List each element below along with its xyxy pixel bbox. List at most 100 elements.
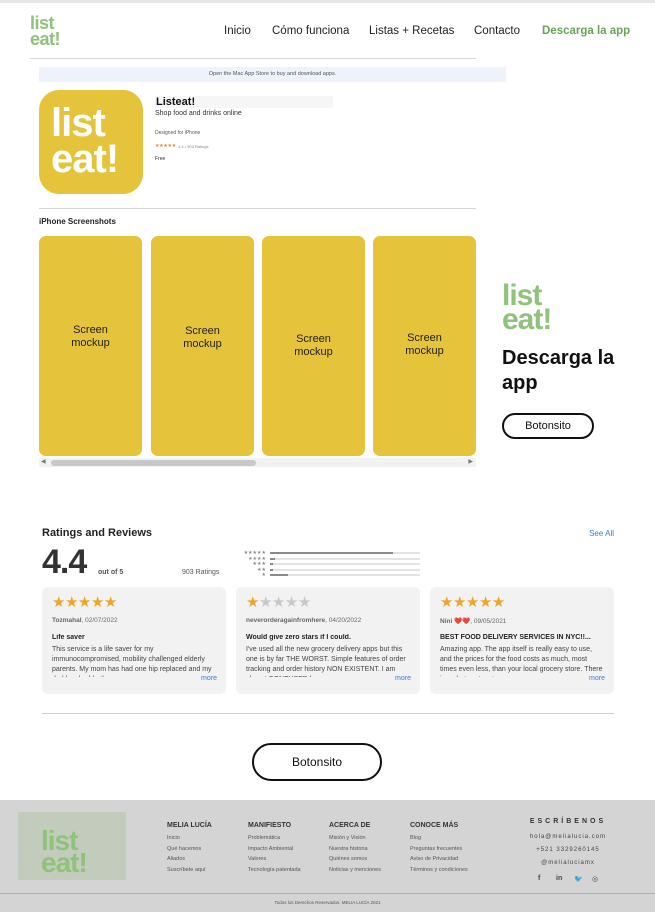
review-date: , 02/07/2022	[81, 617, 118, 624]
app-icon: list eat!	[39, 90, 143, 194]
contact-head: ESCRÍBENOS	[529, 818, 607, 825]
nav-inicio[interactable]: Inicio	[224, 25, 251, 37]
nav-listas-recetas[interactable]: Listas + Recetas	[369, 25, 454, 37]
footer-link[interactable]: Blog	[410, 833, 495, 844]
star-filled-icon: ★	[491, 594, 505, 611]
app-rating-text: 4.4 • 903 Ratings	[178, 144, 209, 149]
review-date: , 04/20/2022	[325, 617, 362, 624]
nav-contacto[interactable]: Contacto	[474, 25, 520, 37]
footer-link[interactable]: Qué hacemos	[167, 844, 252, 855]
footer-col-acerca-de: ACERCA DE Misión y Visión Nuestra histor…	[329, 822, 414, 875]
see-all-link[interactable]: See All	[589, 529, 614, 538]
footer-link[interactable]: Quiénes somos	[329, 854, 414, 865]
screenshot-2[interactable]: Screen mockup	[151, 236, 254, 456]
footer-link[interactable]: Términos y condiciones	[410, 865, 495, 876]
social-icons: f in 🐦 ◎	[536, 875, 606, 885]
instagram-icon[interactable]: ◎	[592, 875, 598, 883]
copyright: Todos los Derechos Reservados. MELIA LUC…	[274, 900, 381, 905]
contact-phone[interactable]: +521 3329260145	[520, 844, 616, 857]
review-author: neverorderagainfromhere	[246, 617, 326, 624]
footer-col-manifiesto: MANIFIESTO Problemática Impacto Ambienta…	[248, 822, 333, 875]
logo-line-2: eat!	[30, 29, 61, 49]
distribution-fill	[270, 552, 393, 554]
ratings-divider	[42, 713, 614, 714]
footer-link[interactable]: Impacto Ambiental	[248, 844, 333, 855]
review-card-2[interactable]: ★★★★★ neverorderagainfromhere, 04/20/202…	[236, 587, 420, 694]
footer-col-head: MELIA LUCÍA	[167, 822, 212, 829]
footer-link[interactable]: Tecnología patentada	[248, 865, 333, 876]
linkedin-icon[interactable]: in	[556, 875, 562, 882]
star-filled-icon: ★	[77, 594, 91, 611]
review-body: This service is a life saver for my immu…	[52, 646, 212, 677]
app-icon-line-2: eat!	[51, 137, 119, 181]
ratings-count: 903 Ratings	[182, 569, 220, 576]
review-more-link[interactable]: more	[579, 675, 605, 682]
star-empty-icon: ★	[284, 594, 298, 611]
twitter-icon[interactable]: 🐦	[574, 875, 583, 883]
site-header: list eat! Inicio Cómo funciona Listas + …	[0, 3, 655, 59]
review-more-link[interactable]: more	[191, 675, 217, 682]
center-button[interactable]: Botonsito	[252, 743, 382, 781]
review-meta: neverorderagainfromhere, 04/20/2022	[246, 617, 361, 624]
screenshots-scrollbar[interactable]: ◀ ▶	[39, 458, 476, 467]
nav-descarga-app[interactable]: Descarga la app	[542, 25, 630, 37]
star-filled-icon: ★	[64, 594, 78, 611]
footer-link[interactable]: Suscríbete aquí	[167, 865, 252, 876]
footer-link[interactable]: Aviso de Privacidad	[410, 854, 495, 865]
footer-link[interactable]: Aliados	[167, 854, 252, 865]
footer-link[interactable]: Preguntas frecuentes	[410, 844, 495, 855]
star-filled-icon: ★	[103, 594, 117, 611]
app-name: Listeat!	[155, 96, 333, 108]
distribution-fill	[270, 568, 273, 571]
footer-link[interactable]: Nuestra historia	[329, 844, 414, 855]
review-card-1[interactable]: ★★★★★ Tozmahal, 02/07/2022 Life saver Th…	[42, 587, 226, 694]
footer-link[interactable]: Problemática	[248, 833, 333, 844]
footer-col-conoce-mas: CONOCE MÁS Blog Preguntas frecuentes Avi…	[410, 822, 495, 875]
screenshot-1[interactable]: Screen mockup	[39, 236, 142, 456]
app-store-panel: Open the Mac App Store to buy and downlo…	[30, 62, 506, 474]
distribution-bar	[270, 568, 420, 571]
screenshot-label: Screen mockup	[294, 333, 333, 358]
review-title: Life saver	[52, 634, 85, 641]
nav-como-funciona[interactable]: Cómo funciona	[272, 25, 349, 37]
contact-handle[interactable]: @melialuciamx	[520, 857, 616, 870]
scroll-left-icon[interactable]: ◀	[41, 458, 46, 467]
footer-col-head: ACERCA DE	[329, 822, 371, 829]
review-meta: Nini ❤️❤️, 09/05/2021	[440, 617, 506, 625]
screenshot-3[interactable]: Screen mockup	[262, 236, 365, 456]
star-filled-icon: ★	[452, 594, 466, 611]
scrollbar-thumb[interactable]	[51, 460, 256, 466]
designed-for: Designed for iPhone	[155, 130, 201, 136]
footer-link[interactable]: Inicio	[167, 833, 252, 844]
star-empty-icon: ★	[271, 594, 285, 611]
store-divider	[39, 208, 476, 209]
footer-link[interactable]: Misión y Visión	[329, 833, 414, 844]
review-author: Nini ❤️❤️	[440, 618, 471, 625]
footer-logo[interactable]: list eat!	[18, 812, 126, 880]
star-filled-icon: ★	[465, 594, 479, 611]
review-more-link[interactable]: more	[385, 675, 411, 682]
review-body: Amazing app. The app itself is really ea…	[440, 646, 603, 677]
facebook-icon[interactable]: f	[538, 875, 540, 882]
review-title: BEST FOOD DELIVERY SERVICES IN NYC!!...	[440, 634, 591, 641]
distribution-bar	[270, 563, 420, 565]
screenshot-4[interactable]: Screen mockup	[373, 236, 476, 456]
promo-button[interactable]: Botonsito	[502, 413, 594, 439]
footer-link[interactable]: Valores	[248, 854, 333, 865]
footer-col-head: CONOCE MÁS	[410, 822, 459, 829]
site-footer: list eat! MELIA LUCÍA Inicio Qué hacemos…	[0, 800, 655, 912]
scroll-right-icon[interactable]: ▶	[468, 458, 473, 467]
footer-link[interactable]: Noticias y menciones	[329, 865, 414, 876]
contact-email[interactable]: hola@melialucia.com	[520, 831, 616, 844]
review-card-3[interactable]: ★★★★★ Nini ❤️❤️, 09/05/2021 BEST FOOD DE…	[430, 587, 614, 694]
footer-logo-line-2: eat!	[41, 847, 88, 878]
review-stars: ★★★★★	[440, 593, 505, 611]
distribution-row: ★	[234, 572, 424, 578]
app-subtitle: Shop food and drinks online	[155, 110, 242, 117]
distribution-bar	[270, 552, 420, 554]
distribution-fill	[270, 557, 275, 560]
footer-divider	[0, 893, 655, 894]
listeat-logo[interactable]: list eat!	[30, 14, 76, 49]
distribution-stars: ★	[261, 572, 266, 578]
screenshot-label: Screen mockup	[71, 324, 110, 349]
